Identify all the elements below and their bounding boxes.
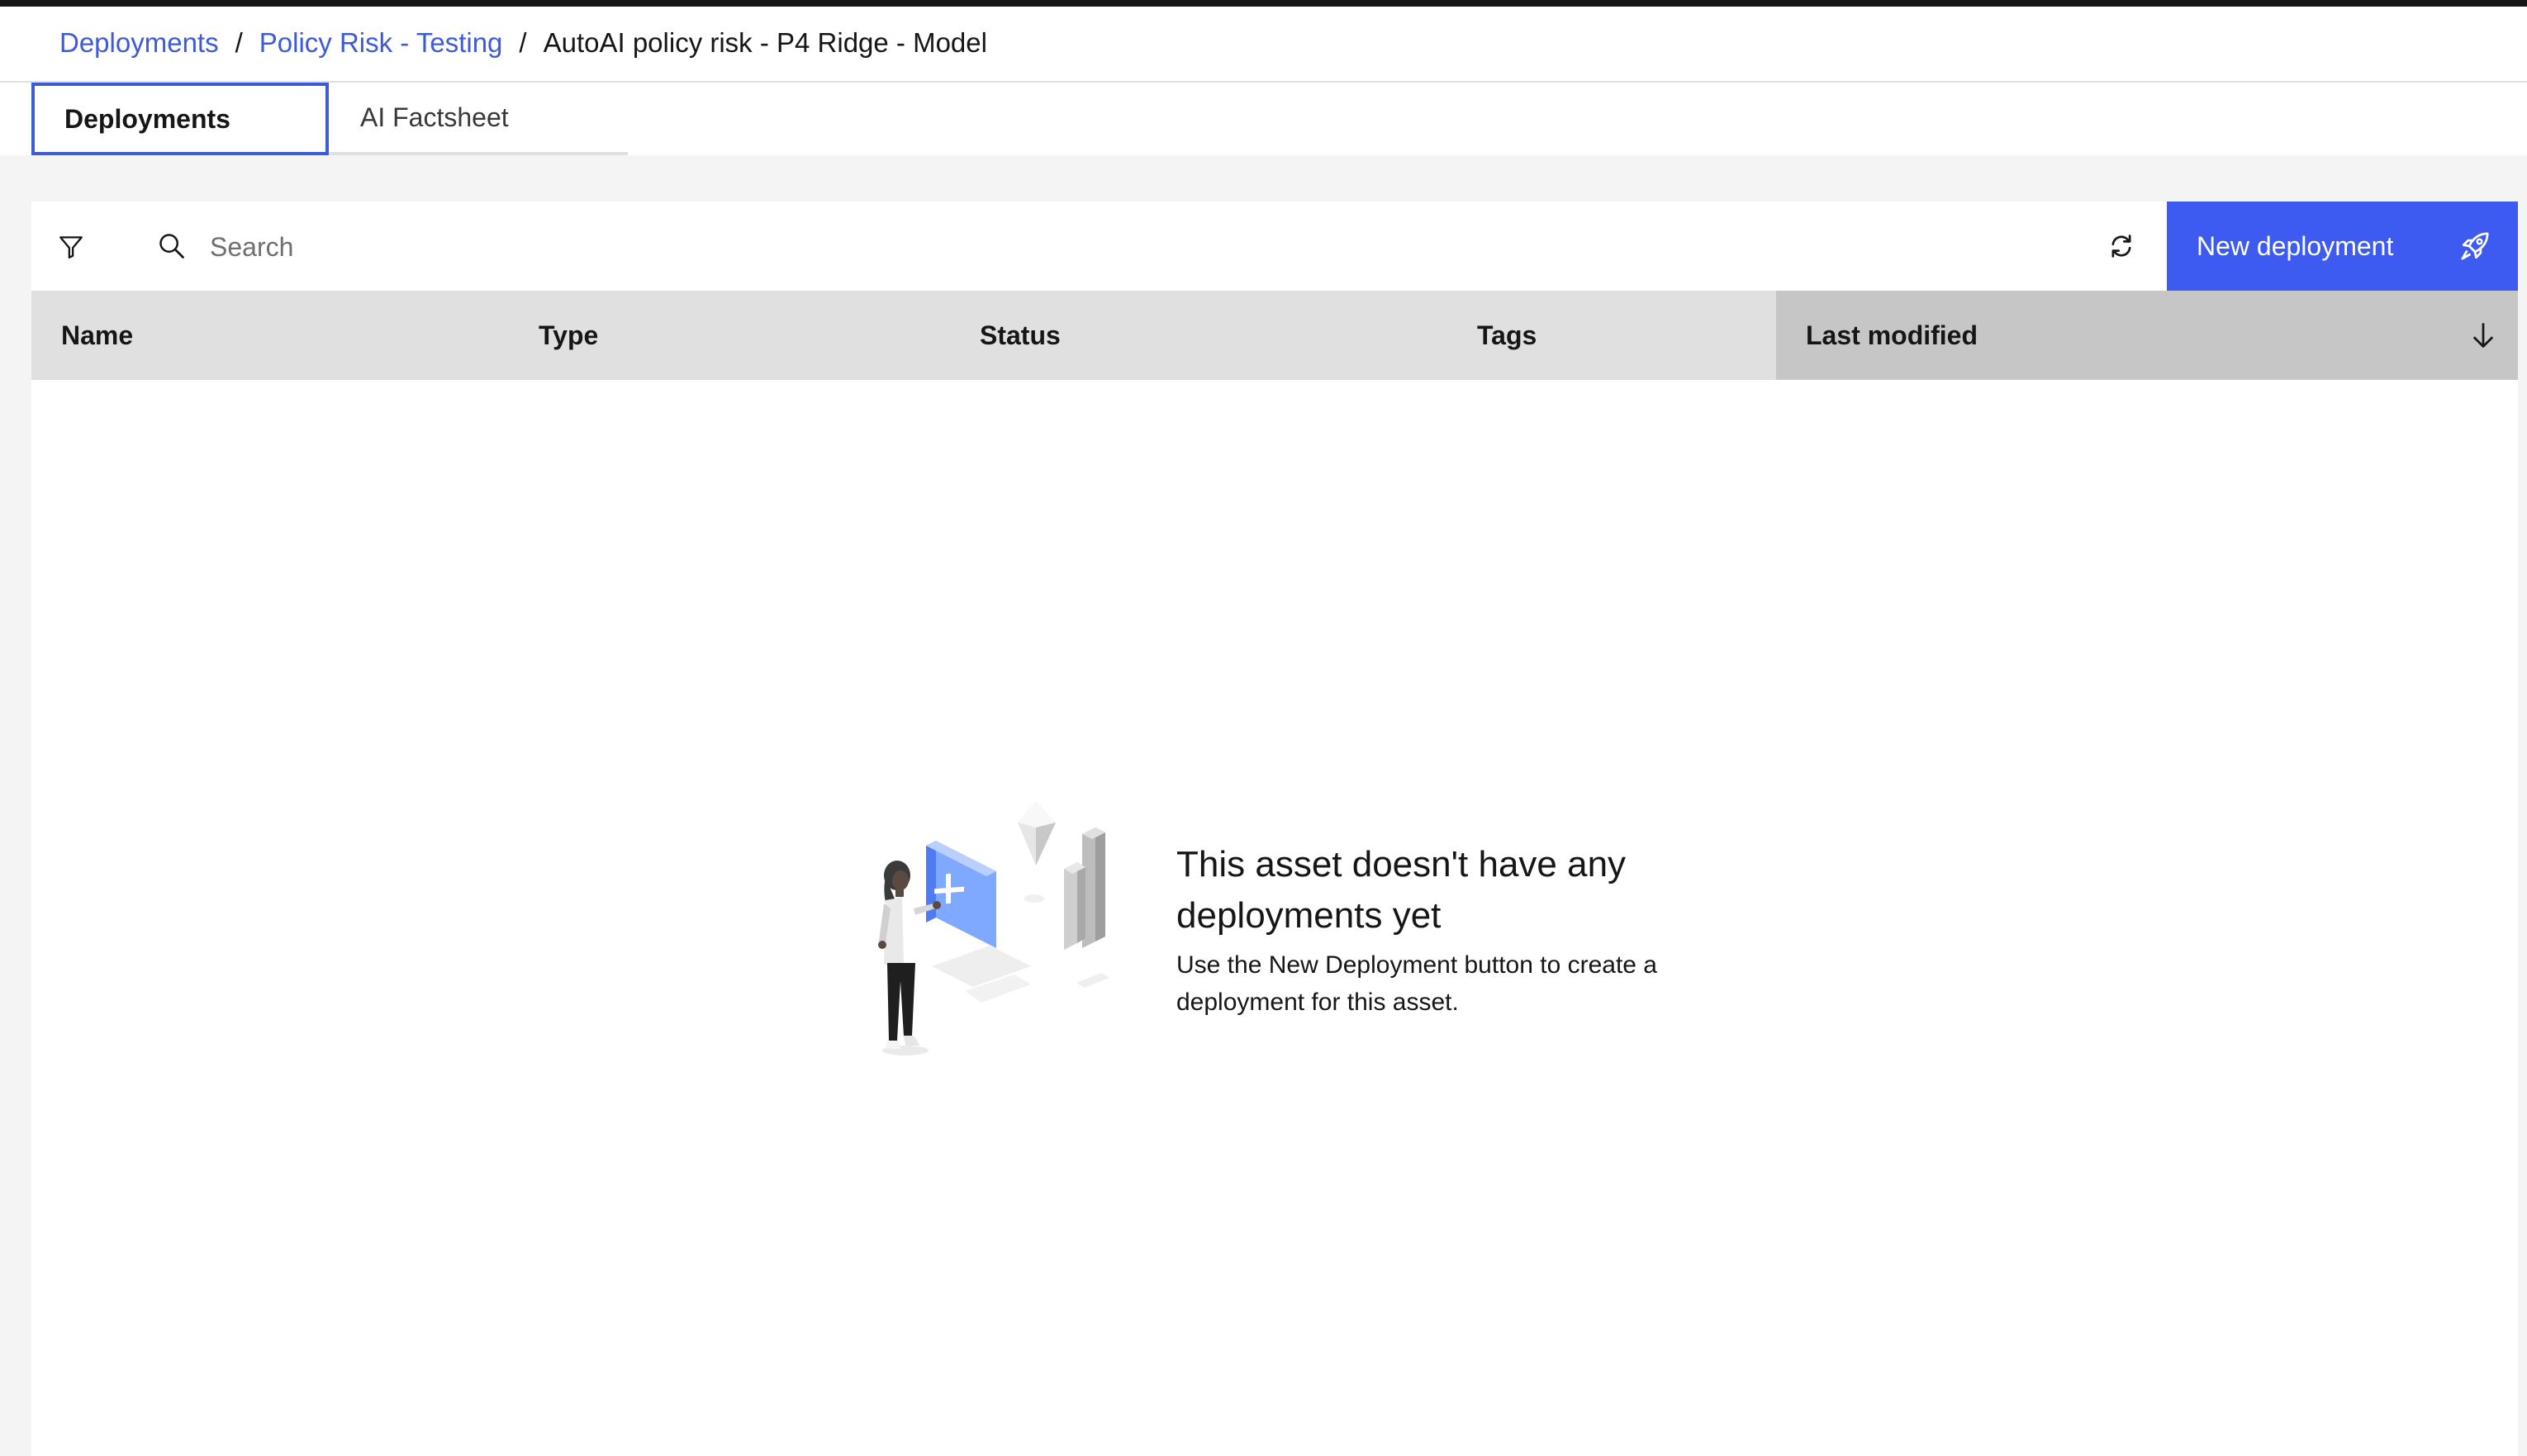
page-header: Deployments / Policy Risk - Testing / Au… — [0, 7, 2527, 83]
breadcrumb-link-space[interactable]: Policy Risk - Testing — [259, 26, 503, 59]
top-accent-bar — [0, 0, 2527, 7]
breadcrumb-current: AutoAI policy risk - P4 Ridge - Model — [543, 27, 987, 58]
column-header-status[interactable]: Status — [980, 291, 1061, 380]
breadcrumb: Deployments / Policy Risk - Testing / Au… — [59, 26, 987, 59]
empty-state-illustration — [878, 801, 1109, 1055]
tab-deployments[interactable]: Deployments — [31, 83, 329, 155]
breadcrumb-separator: / — [519, 27, 527, 58]
filter-button[interactable] — [46, 221, 96, 271]
search-input[interactable] — [208, 220, 2078, 274]
arrow-down-icon[interactable] — [2468, 320, 2498, 350]
column-header-last-modified-label: Last modified — [1806, 320, 1978, 350]
new-deployment-label: New deployment — [2197, 230, 2394, 261]
column-header-last-modified[interactable]: Last modified — [1776, 291, 2518, 380]
refresh-icon — [2111, 235, 2131, 258]
table-header-row: Name Type Status Tags Last modified — [31, 291, 2518, 380]
empty-state-title: This asset doesn't have any deployments … — [1176, 844, 1627, 936]
search-icon — [147, 221, 197, 271]
empty-state-description: Use the New Deployment button to create … — [1176, 951, 1657, 1016]
column-header-type[interactable]: Type — [539, 291, 598, 380]
rocket-icon — [2461, 232, 2489, 260]
refresh-button[interactable] — [2097, 221, 2146, 271]
empty-state: This asset doesn't have any deployments … — [866, 801, 1774, 1065]
column-header-tags[interactable]: Tags — [1477, 291, 1537, 380]
deployments-panel: New deployment Name Type Status Tags Las… — [31, 202, 2518, 1456]
tab-ai-factsheet[interactable]: AI Factsheet — [329, 83, 628, 155]
new-deployment-button[interactable]: New deployment — [2167, 202, 2518, 291]
tab-bar: Deployments AI Factsheet — [0, 83, 2527, 155]
breadcrumb-link-deployments[interactable]: Deployments — [59, 26, 219, 59]
table-toolbar: New deployment — [31, 202, 2518, 291]
breadcrumb-separator: / — [235, 27, 243, 58]
filter-icon — [59, 236, 83, 258]
column-header-name[interactable]: Name — [61, 291, 133, 380]
